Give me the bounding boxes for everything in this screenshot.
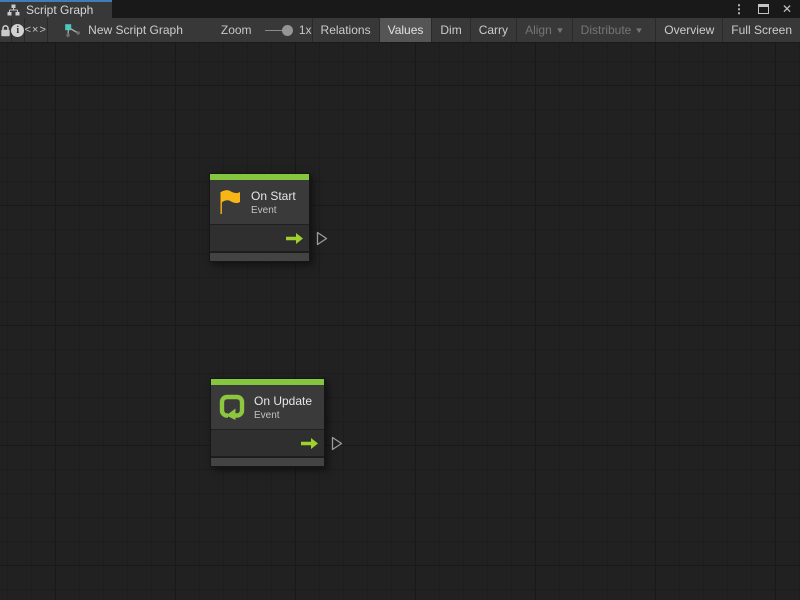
node-on-update[interactable]: On Update Event [210,378,325,467]
info-icon: i [11,24,24,37]
node-subtitle: Event [251,205,296,216]
new-script-graph-label: New Script Graph [88,23,183,37]
code-preview-button[interactable]: <×> [25,18,47,42]
toolbar-button-relations[interactable]: Relations [312,18,379,42]
control-output-arrow-icon[interactable] [285,232,304,245]
info-button[interactable]: i [11,18,24,42]
chevron-down-icon: ▼ [635,26,645,35]
maximize-icon[interactable] [758,4,769,14]
loop-icon [219,394,245,420]
control-output-arrow-icon[interactable] [300,437,319,450]
toolbar-button-overview[interactable]: Overview [655,18,722,42]
window-menu-icon[interactable]: ⋮ [733,3,745,15]
zoom-value: 1x [299,18,312,42]
zoom-label: Zoom [221,18,252,42]
node-header: On Update Event [211,385,324,429]
tab-script-graph[interactable]: Script Graph [0,0,112,18]
node-subtitle: Event [254,410,312,421]
tab-bar: Script Graph ⋮ ✕ [0,0,800,18]
tab-title: Script Graph [26,3,93,17]
node-ports-row [211,429,324,456]
node-on-start[interactable]: On Start Event [209,173,310,262]
close-icon[interactable]: ✕ [782,3,792,15]
code-icon: <×> [25,24,47,36]
node-title: On Update [254,394,312,408]
zoom-slider-thumb[interactable] [282,25,293,36]
graph-toolbar: i <×> New Script Graph Zoom 1x Relations… [0,18,800,43]
chevron-down-icon: ▼ [555,26,565,35]
lock-icon [0,24,11,37]
node-header: On Start Event [210,180,309,224]
control-output-port[interactable] [331,436,343,451]
new-script-graph-button[interactable]: New Script Graph [60,18,187,42]
node-footer [210,251,309,261]
node-ports-row [210,224,309,251]
zoom-slider[interactable] [265,18,290,42]
node-footer [211,456,324,466]
control-output-port[interactable] [316,231,328,246]
toolbar-toggle-group: Relations Values Dim Carry Align ▼ Distr… [312,18,800,42]
graph-node-icon [64,23,81,38]
toolbar-button-distribute[interactable]: Distribute ▼ [572,18,652,42]
node-title: On Start [251,189,296,203]
toolbar-button-align[interactable]: Align ▼ [516,18,572,42]
toolbar-button-dim[interactable]: Dim [431,18,469,42]
toolbar-button-values[interactable]: Values [379,18,432,42]
lock-button[interactable] [0,18,11,42]
toolbar-button-full-screen[interactable]: Full Screen [722,18,800,42]
toolbar-button-carry[interactable]: Carry [470,18,516,42]
flag-icon [218,188,242,216]
script-graph-icon [7,4,20,16]
graph-canvas[interactable]: On Start Event [0,43,800,600]
